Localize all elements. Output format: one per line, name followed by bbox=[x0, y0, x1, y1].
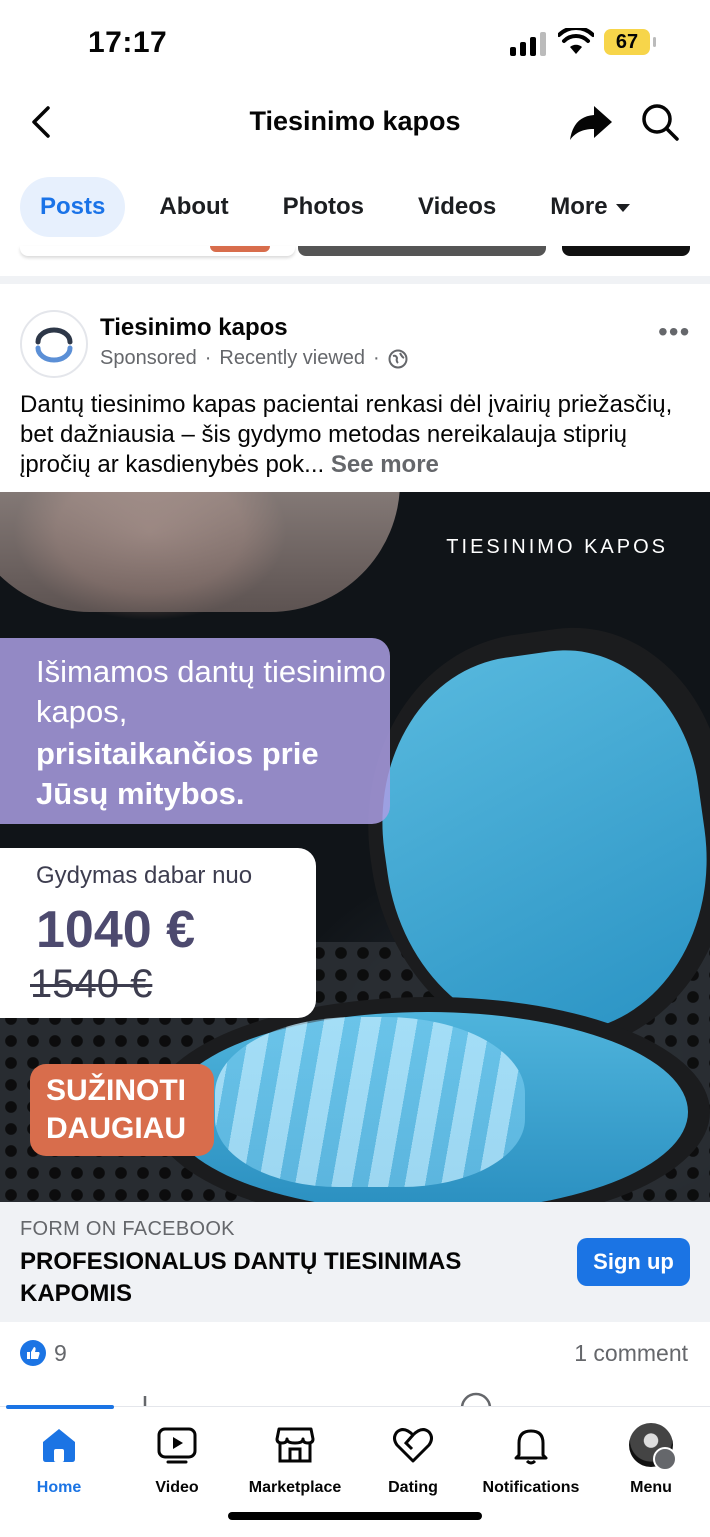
search-icon[interactable] bbox=[640, 102, 680, 142]
like-reaction-icon[interactable] bbox=[20, 1340, 46, 1366]
scrolled-content-edge bbox=[0, 246, 710, 260]
price-current: 1040 € bbox=[36, 901, 196, 959]
lead-form-row[interactable]: FORM ON FACEBOOK PROFESIONALUS DANTŲ TIE… bbox=[0, 1202, 710, 1322]
ad-headline-2: prisitaikančios prie Jūsų mitybos. bbox=[36, 736, 319, 811]
ad-price-box: Gydymas dabar nuo 1040 € 1540 € bbox=[0, 848, 316, 1018]
post-actions-peek bbox=[0, 1392, 710, 1406]
nav-dating[interactable]: Dating bbox=[354, 1423, 472, 1497]
page-header: Tiesinimo kapos bbox=[0, 88, 710, 158]
page-avatar[interactable] bbox=[20, 310, 88, 378]
bell-icon bbox=[514, 1429, 548, 1465]
brand-logo-icon bbox=[35, 327, 73, 363]
post-author[interactable]: Tiesinimo kapos bbox=[100, 314, 288, 342]
recently-viewed-label: Recently viewed bbox=[219, 347, 366, 369]
ad-headline-box: Išimamos dantų tiesinimo kapos, prisitai… bbox=[0, 638, 390, 824]
profile-avatar bbox=[629, 1423, 677, 1471]
globe-icon bbox=[388, 349, 408, 368]
nav-menu[interactable]: Menu bbox=[592, 1423, 710, 1497]
nav-notifications[interactable]: Notifications bbox=[472, 1423, 590, 1497]
menu-icon bbox=[653, 1447, 677, 1471]
home-indicator bbox=[228, 1512, 482, 1520]
tab-photos[interactable]: Photos bbox=[263, 177, 384, 237]
form-title: PROFESIONALUS DANTŲ TIESINIMAS KAPOMIS bbox=[20, 1248, 462, 1307]
cellular-signal-icon bbox=[510, 30, 548, 56]
comment-count[interactable]: 1 comment bbox=[574, 1340, 688, 1367]
price-old: 1540 € bbox=[30, 962, 153, 1006]
marketplace-icon bbox=[275, 1427, 315, 1463]
post-body: Dantų tiesinimo kapas pacientai renkasi … bbox=[20, 390, 700, 480]
sign-up-button[interactable]: Sign up bbox=[577, 1238, 690, 1286]
nav-marketplace[interactable]: Marketplace bbox=[236, 1423, 354, 1497]
form-kicker: FORM ON FACEBOOK bbox=[20, 1218, 235, 1240]
feed-divider bbox=[0, 276, 710, 284]
home-icon bbox=[43, 1429, 75, 1462]
status-time: 17:17 bbox=[88, 26, 168, 59]
wifi-icon bbox=[558, 28, 594, 54]
sponsored-label: Sponsored bbox=[100, 347, 197, 369]
ad-cta-graphic: SUŽINOTI DAUGIAU bbox=[30, 1064, 214, 1156]
see-more-link[interactable]: See more bbox=[331, 451, 439, 478]
tab-more[interactable]: More bbox=[530, 177, 649, 237]
status-bar: 17:17 67 bbox=[0, 0, 710, 84]
like-count[interactable]: 9 bbox=[54, 1340, 67, 1367]
ad-headline-1: Išimamos dantų tiesinimo kapos, bbox=[36, 654, 386, 729]
tab-about[interactable]: About bbox=[139, 177, 248, 237]
video-icon bbox=[157, 1427, 197, 1464]
price-from-label: Gydymas dabar nuo bbox=[36, 862, 253, 889]
more-options-icon[interactable]: ••• bbox=[658, 316, 690, 348]
page-tabs: Posts About Photos Videos More bbox=[20, 176, 710, 238]
tab-videos[interactable]: Videos bbox=[398, 177, 516, 237]
dating-icon bbox=[393, 1428, 433, 1463]
active-tab-indicator bbox=[6, 1405, 114, 1409]
ad-image[interactable]: TIESINIMO KAPOS Išimamos dantų tiesinimo… bbox=[0, 492, 710, 1202]
nav-home[interactable]: Home bbox=[0, 1423, 118, 1497]
share-icon[interactable] bbox=[568, 102, 614, 142]
caret-down-icon bbox=[615, 204, 630, 212]
battery-icon: 67 bbox=[604, 29, 656, 55]
nav-video[interactable]: Video bbox=[118, 1423, 236, 1497]
post-meta: Sponsored · Recently viewed · bbox=[100, 347, 408, 370]
tab-posts[interactable]: Posts bbox=[20, 177, 126, 237]
ad-brand-logo: TIESINIMO KAPOS bbox=[446, 536, 668, 558]
bowl-background bbox=[0, 492, 400, 612]
clear-aligner bbox=[215, 1017, 525, 1187]
